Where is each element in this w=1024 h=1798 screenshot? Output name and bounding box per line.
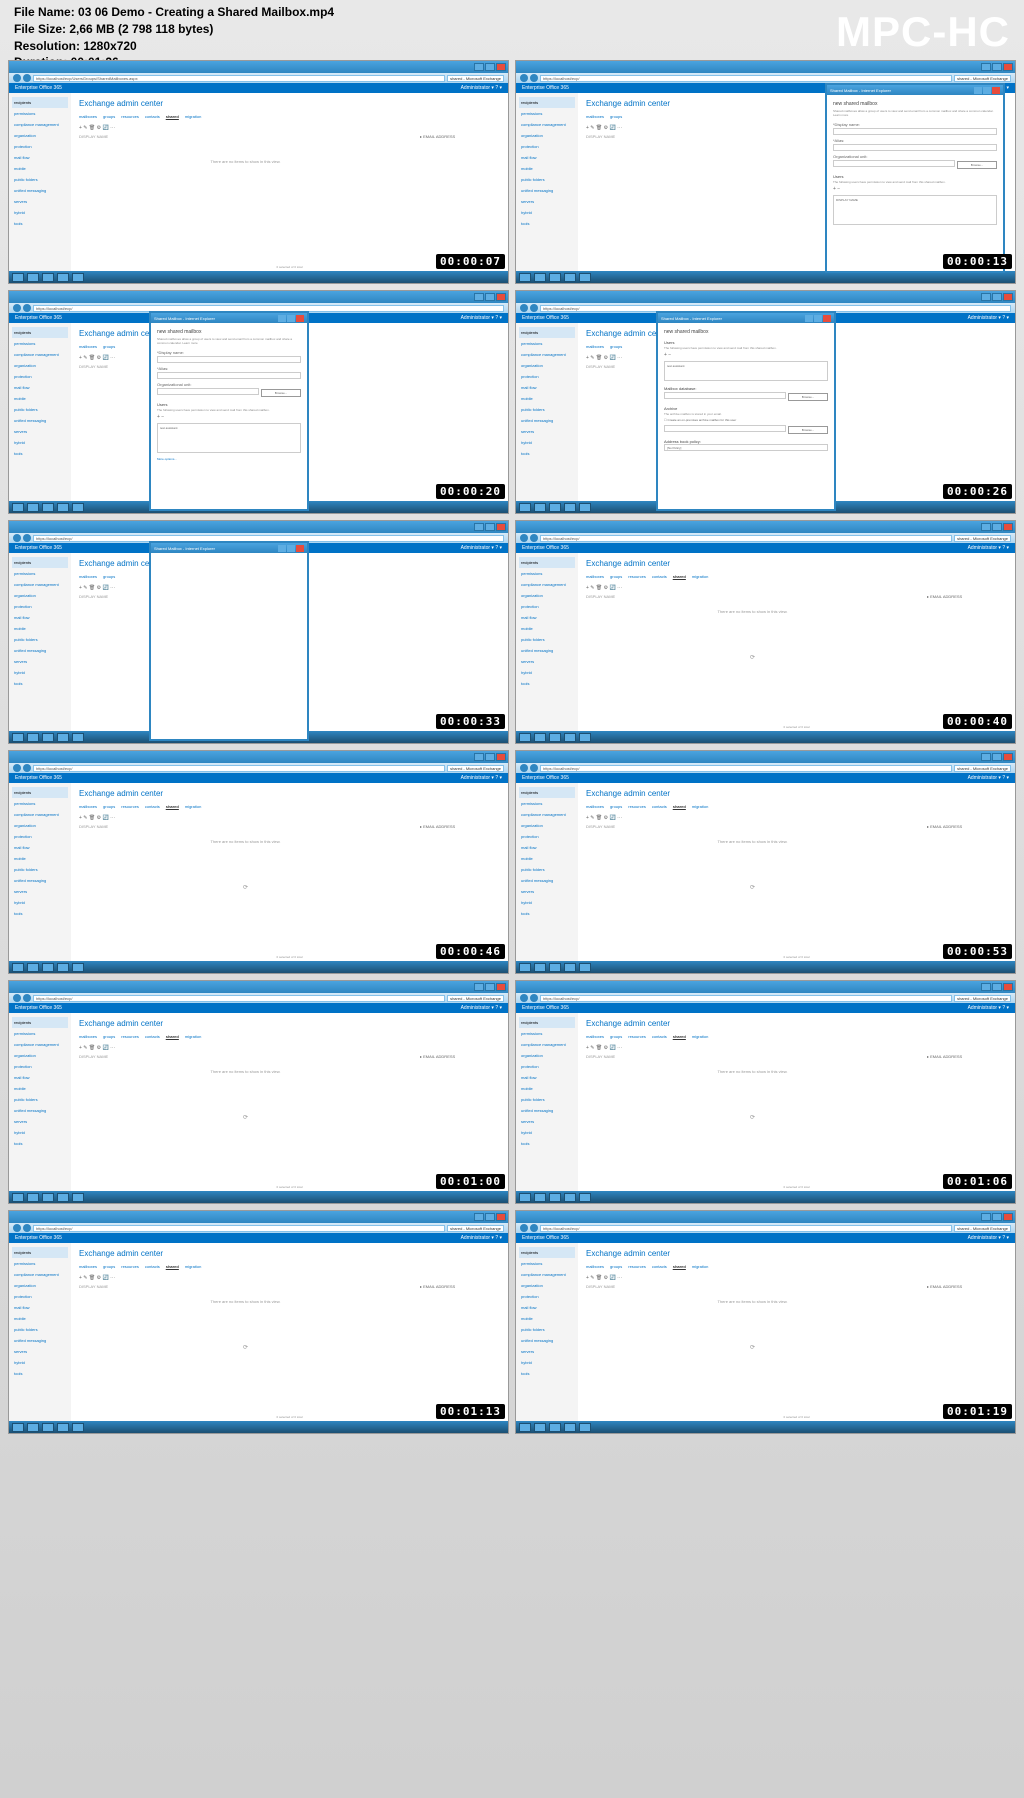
tab-mailboxes[interactable]: mailboxes [79, 114, 97, 119]
footer-count: 0 selected of 0 total [276, 265, 302, 269]
thumbnail-frame: https://localhost/ecp/shared - Microsoft… [515, 520, 1016, 744]
taskbar[interactable] [9, 271, 508, 283]
list-toolbar[interactable]: + ✎ 🗑 ⚙ 🔄 ⋯ [79, 125, 500, 131]
sidebar-item-protection[interactable]: protection [12, 141, 68, 152]
thumbnail-frame: https://localhost/ecp/shared - Microsoft… [515, 750, 1016, 974]
thumbnail-frame: https://localhost/ecp/shared - Microsoft… [515, 60, 1016, 284]
abp-select[interactable]: [No Policy] [664, 444, 828, 451]
sidebar-item-recipients[interactable]: recipients [12, 97, 68, 108]
browser-tab[interactable]: shared - Microsoft Exchange [447, 75, 504, 82]
alias-input[interactable] [833, 144, 997, 151]
thumbnail-frame: https://localhost/ecp/ Enterprise Office… [515, 290, 1016, 514]
popup-description: Shared mailboxes allow a group of users … [833, 110, 997, 118]
archive-label: Archive [664, 406, 828, 411]
new-mailbox-popup: Shared Mailbox - Internet Explorer new s… [825, 83, 1005, 273]
browse-button[interactable]: Browse... [957, 161, 997, 169]
thumbnail-frame: https://localhost/ecp/shared - Microsoft… [8, 980, 509, 1204]
tab-resources[interactable]: resources [121, 114, 139, 119]
popup-titlebar: Shared Mailbox - Internet Explorer [827, 85, 1003, 95]
list-header: DISPLAY NAME [79, 134, 412, 139]
detail-header: ▸ EMAIL ADDRESS [420, 134, 500, 164]
forward-icon[interactable] [23, 74, 31, 82]
orgunit-input[interactable] [833, 160, 955, 167]
window-titlebar [9, 61, 508, 73]
content-tabs: mailboxes groups resources contacts shar… [79, 114, 500, 119]
address-bar[interactable]: https://localhost/ecp/UsersGroups/Shared… [9, 73, 508, 83]
sidebar-item-permissions[interactable]: permissions [12, 108, 68, 119]
sidebar-item-organization[interactable]: organization [12, 130, 68, 141]
thumbnail-frame: https://localhost/ecp/shared - Microsoft… [8, 1210, 509, 1434]
page-title: Exchange admin center [79, 99, 500, 108]
timestamp-overlay: 00:00:07 [436, 254, 505, 269]
sidebar-item-mailflow[interactable]: mail flow [12, 152, 68, 163]
tab-shared[interactable]: shared [166, 114, 179, 119]
loading-icon: ⟳ [586, 654, 919, 661]
url-field[interactable]: https://localhost/ecp/UsersGroups/Shared… [33, 75, 445, 82]
tab-migration[interactable]: migration [185, 114, 201, 119]
sidebar-item-tools[interactable]: tools [12, 218, 68, 229]
popup-heading: new shared mailbox [833, 101, 997, 107]
start-button[interactable] [12, 273, 24, 282]
close-icon[interactable] [992, 87, 1000, 94]
users-section: Users [833, 174, 997, 179]
thumbnail-grid: https://localhost/ecp/UsersGroups/Shared… [8, 60, 1016, 1434]
sidebar-item-um[interactable]: unified messaging [12, 185, 68, 196]
player-watermark: MPC-HC [836, 8, 1010, 56]
empty-message: There are no items to show in this view. [79, 159, 412, 164]
sidebar-item-mobile[interactable]: mobile [12, 163, 68, 174]
thumbnail-frame: https://localhost/ecp/shared - Microsoft… [515, 1210, 1016, 1434]
ribbon-bar: Enterprise Office 365Administrator ▾ ? ▾ [9, 83, 508, 93]
display-name-label: *Display name: [833, 122, 997, 127]
sidebar-item-compliance[interactable]: compliance management [12, 119, 68, 130]
nav-sidebar: recipients permissions compliance manage… [9, 93, 71, 271]
thumbnail-frame: https://localhost/ecp/shared - Microsoft… [8, 750, 509, 974]
thumbnail-frame: https://localhost/ecp/shared - Microsoft… [515, 980, 1016, 1204]
users-listbox[interactable]: DISPLAY NAME [833, 195, 997, 225]
tab-groups[interactable]: groups [103, 114, 115, 119]
sidebar-item-publicfolders[interactable]: public folders [12, 174, 68, 185]
back-icon[interactable] [13, 74, 21, 82]
archive-checkbox[interactable]: ☐ Create an on-premises archive mailbox … [664, 418, 828, 422]
thumbnail-frame: https://localhost/ecp/ Enterprise Office… [8, 290, 509, 514]
display-name-input[interactable] [833, 128, 997, 135]
sidebar-item-servers[interactable]: servers [12, 196, 68, 207]
more-options-link[interactable]: More options... [157, 457, 301, 461]
thumbnail-frame: https://localhost/ecp/ Enterprise Office… [8, 520, 509, 744]
sidebar-item-hybrid[interactable]: hybrid [12, 207, 68, 218]
thumbnail-frame: https://localhost/ecp/UsersGroups/Shared… [8, 60, 509, 284]
tab-contacts[interactable]: contacts [145, 114, 160, 119]
alias-label: *Alias: [833, 138, 997, 143]
